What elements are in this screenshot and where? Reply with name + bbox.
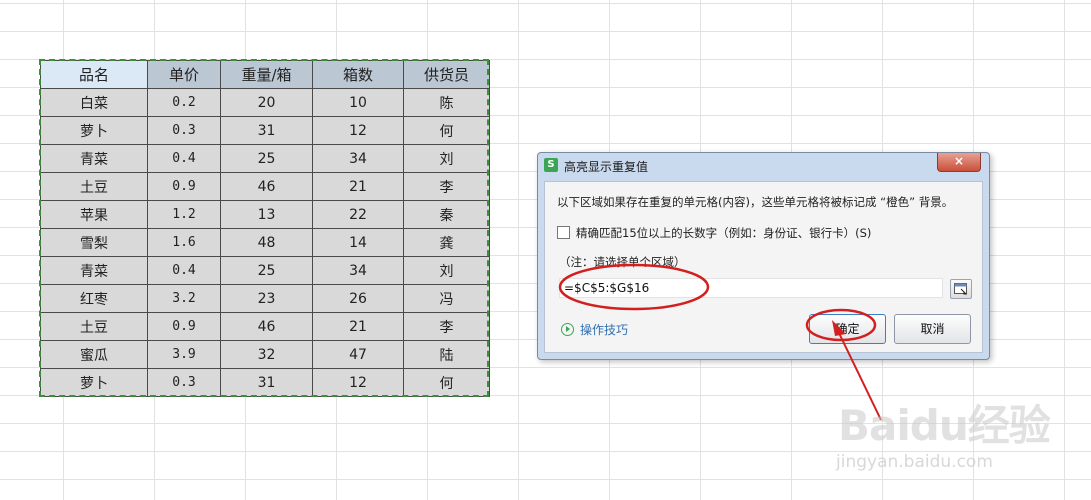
confirm-button[interactable]: 确定	[809, 314, 886, 344]
table-cell[interactable]: 0.3	[147, 368, 221, 397]
close-button[interactable]: ×	[937, 153, 981, 172]
table-cell[interactable]: 土豆	[40, 312, 148, 341]
table-cell[interactable]: 12	[312, 116, 404, 145]
table-row: 萝卜 0.3 31 12 何	[40, 116, 490, 145]
table-cell[interactable]: 1.2	[147, 200, 221, 229]
table-cell[interactable]: 萝卜	[40, 368, 148, 397]
table-cell[interactable]: 14	[312, 228, 404, 257]
table-cell[interactable]: 13	[220, 200, 313, 229]
table-cell[interactable]: 32	[220, 340, 313, 369]
wps-spreadsheet-icon: S	[544, 158, 558, 172]
table-cell[interactable]: 土豆	[40, 172, 148, 201]
header-cell[interactable]: 供货员	[403, 60, 490, 89]
table-row: 红枣 3.2 23 26 冯	[40, 284, 490, 313]
table-cell[interactable]: 红枣	[40, 284, 148, 313]
table-row: 白菜 0.2 20 10 陈	[40, 88, 490, 117]
cancel-button[interactable]: 取消	[894, 314, 971, 344]
table-cell[interactable]: 12	[312, 368, 404, 397]
long-number-checkbox[interactable]	[557, 226, 570, 239]
watermark-url: jingyan.baidu.com	[836, 452, 993, 472]
table-cell[interactable]: 21	[312, 172, 404, 201]
table-cell[interactable]: 冯	[403, 284, 490, 313]
table-cell[interactable]: 0.3	[147, 116, 221, 145]
dialog-title: 高亮显示重复值	[564, 160, 649, 174]
table-cell[interactable]: 0.2	[147, 88, 221, 117]
table-cell[interactable]: 0.4	[147, 256, 221, 285]
dialog-description: 以下区域如果存在重复的单元格(内容)，这些单元格将被标记成 “橙色” 背景。	[557, 195, 954, 209]
table-cell[interactable]: 李	[403, 312, 490, 341]
table-cell[interactable]: 蜜瓜	[40, 340, 148, 369]
table-row: 土豆 0.9 46 21 李	[40, 172, 490, 201]
table-cell[interactable]: 26	[312, 284, 404, 313]
table-cell[interactable]: 0.4	[147, 144, 221, 173]
table-cell[interactable]: 10	[312, 88, 404, 117]
table-cell[interactable]: 1.6	[147, 228, 221, 257]
baidu-watermark: Baidu经验	[838, 401, 1051, 450]
data-table: 品名 单价 重量/箱 箱数 供货员 白菜 0.2 20 10 陈 萝卜 0.3 …	[40, 60, 490, 397]
table-cell[interactable]: 31	[220, 116, 313, 145]
table-cell[interactable]: 0.9	[147, 172, 221, 201]
table-row: 土豆 0.9 46 21 李	[40, 312, 490, 341]
table-cell[interactable]: 何	[403, 368, 490, 397]
dialog-titlebar[interactable]: S 高亮显示重复值 ×	[538, 153, 989, 177]
table-cell[interactable]: 20	[220, 88, 313, 117]
table-cell[interactable]: 雪梨	[40, 228, 148, 257]
table-cell[interactable]: 刘	[403, 144, 490, 173]
table-row: 青菜 0.4 25 34 刘	[40, 144, 490, 173]
table-cell[interactable]: 22	[312, 200, 404, 229]
table-row: 雪梨 1.6 48 14 龚	[40, 228, 490, 257]
table-cell[interactable]: 刘	[403, 256, 490, 285]
table-cell[interactable]: 21	[312, 312, 404, 341]
table-cell[interactable]: 龚	[403, 228, 490, 257]
header-cell[interactable]: 重量/箱	[220, 60, 313, 89]
table-row: 苹果 1.2 13 22 秦	[40, 200, 490, 229]
header-cell[interactable]: 品名	[40, 60, 148, 89]
table-cell[interactable]: 23	[220, 284, 313, 313]
range-select-button[interactable]	[950, 279, 972, 299]
range-note: （注：请选择单个区域）	[559, 255, 686, 269]
table-cell[interactable]: 25	[220, 144, 313, 173]
table-row: 蜜瓜 3.9 32 47 陆	[40, 340, 490, 369]
long-number-match-option[interactable]: 精确匹配15位以上的长数字（例如：身份证、银行卡）(S)	[557, 225, 871, 241]
table-cell[interactable]: 31	[220, 368, 313, 397]
header-cell[interactable]: 箱数	[312, 60, 404, 89]
range-input[interactable]	[559, 278, 943, 298]
table-cell[interactable]: 白菜	[40, 88, 148, 117]
table-cell[interactable]: 25	[220, 256, 313, 285]
play-circle-icon	[561, 323, 574, 336]
table-cell[interactable]: 何	[403, 116, 490, 145]
highlight-duplicates-dialog: S 高亮显示重复值 × 以下区域如果存在重复的单元格(内容)，这些单元格将被标记…	[537, 152, 990, 360]
operation-tips-link[interactable]: 操作技巧	[561, 321, 628, 338]
table-cell[interactable]: 苹果	[40, 200, 148, 229]
table-cell[interactable]: 陈	[403, 88, 490, 117]
table-cell[interactable]: 0.9	[147, 312, 221, 341]
table-row: 青菜 0.4 25 34 刘	[40, 256, 490, 285]
table-cell[interactable]: 47	[312, 340, 404, 369]
checkbox-label: 精确匹配15位以上的长数字（例如：身份证、银行卡）(S)	[576, 226, 872, 240]
table-cell[interactable]: 李	[403, 172, 490, 201]
table-cell[interactable]: 3.2	[147, 284, 221, 313]
table-cell[interactable]: 青菜	[40, 256, 148, 285]
table-cell[interactable]: 34	[312, 256, 404, 285]
table-cell[interactable]: 秦	[403, 200, 490, 229]
range-select-icon	[954, 283, 968, 295]
table-row: 萝卜 0.3 31 12 何	[40, 368, 490, 397]
table-cell[interactable]: 萝卜	[40, 116, 148, 145]
table-cell[interactable]: 34	[312, 144, 404, 173]
table-cell[interactable]: 46	[220, 172, 313, 201]
header-cell[interactable]: 单价	[147, 60, 221, 89]
table-cell[interactable]: 48	[220, 228, 313, 257]
table-cell[interactable]: 陆	[403, 340, 490, 369]
tips-label: 操作技巧	[580, 323, 629, 337]
table-cell[interactable]: 46	[220, 312, 313, 341]
table-cell[interactable]: 青菜	[40, 144, 148, 173]
table-header-row: 品名 单价 重量/箱 箱数 供货员	[40, 60, 490, 89]
table-cell[interactable]: 3.9	[147, 340, 221, 369]
dialog-body: 以下区域如果存在重复的单元格(内容)，这些单元格将被标记成 “橙色” 背景。 精…	[544, 181, 983, 353]
